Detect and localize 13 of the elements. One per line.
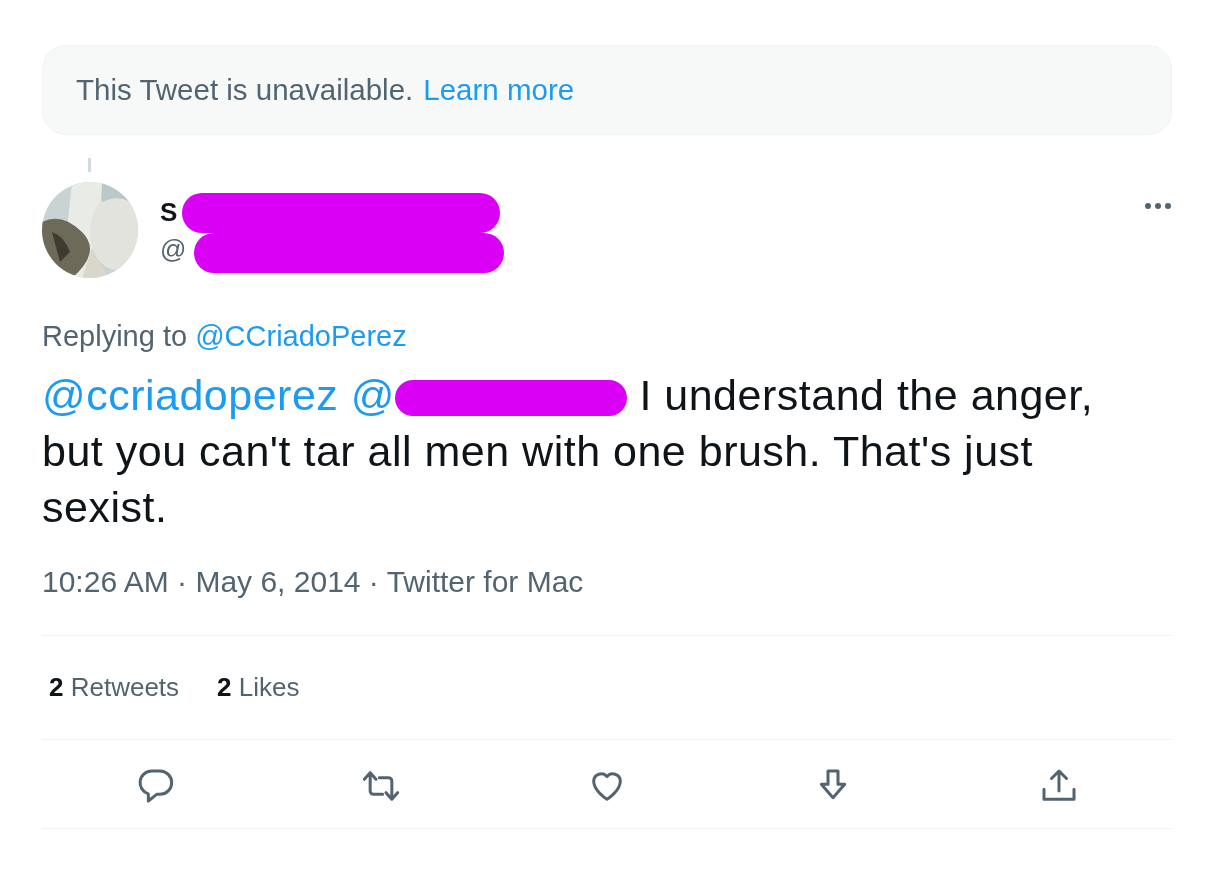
mention-link[interactable]: @ccriadoperez — [42, 371, 339, 419]
stat-link[interactable]: 2 Likes — [217, 672, 300, 703]
replying-label: Replying to — [42, 320, 188, 352]
mention-link[interactable]: @ — [350, 371, 395, 419]
more-icon[interactable] — [1144, 202, 1172, 210]
tweet-text: @ccriadoperez @ I understand the anger, but you can't tar all men with one brush. That's just sexist. — [42, 370, 1095, 533]
notice-text: This Tweet is unavailable. — [76, 73, 414, 107]
timestamp: 10:26 AM · May 6, 2014 · Twitter for Mac — [42, 565, 1172, 636]
learn-more-link[interactable]: Learn more — [423, 73, 575, 107]
author-name: S — [160, 197, 179, 228]
stat-link[interactable]: 2 Retweets — [49, 672, 180, 703]
mention-link[interactable]: @CCriadoPerez — [195, 320, 407, 352]
author-handle: @ — [160, 234, 187, 265]
